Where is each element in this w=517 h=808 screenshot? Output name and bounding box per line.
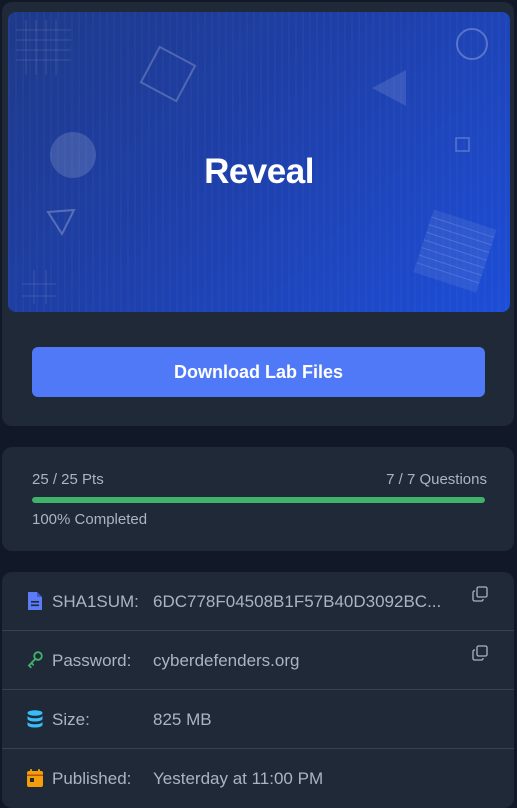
sha1-label: SHA1SUM: — [52, 592, 139, 611]
progress-bar-fill — [32, 497, 485, 503]
key-icon — [27, 651, 43, 669]
sha1-row: SHA1SUM: 6DC778F04508B1F57B40D3092BC... — [2, 572, 514, 631]
progress-bar — [32, 497, 485, 503]
lab-info-card: SHA1SUM: 6DC778F04508B1F57B40D3092BC... … — [2, 572, 514, 808]
file-icon — [28, 592, 42, 610]
calendar-icon — [27, 769, 43, 787]
published-value: Yesterday at 11:00 PM — [153, 769, 324, 788]
download-lab-files-button[interactable]: Download Lab Files — [32, 347, 485, 397]
database-icon — [27, 710, 43, 728]
corner-grid-decoration-icon — [22, 270, 56, 304]
lab-card: Reveal Download Lab Files — [2, 2, 514, 426]
sha1-value: 6DC778F04508B1F57B40D3092BC... — [153, 592, 442, 611]
size-value: 825 MB — [153, 710, 212, 729]
password-label: Password: — [52, 651, 132, 670]
points-text: 25 / 25 Pts — [32, 471, 104, 488]
questions-text: 7 / 7 Questions — [386, 471, 487, 488]
password-value: cyberdefenders.org — [153, 651, 300, 670]
lab-title: Reveal — [204, 152, 314, 191]
hatched-square-decoration-icon — [413, 209, 497, 293]
diamond-decoration-icon — [139, 45, 197, 103]
grid-decoration-icon — [16, 20, 71, 75]
small-triangle-decoration-icon — [46, 208, 76, 237]
published-row: Published: Yesterday at 11:00 PM — [2, 749, 514, 807]
completion-text: 100% Completed — [32, 511, 148, 528]
circle-decoration-icon — [456, 28, 488, 60]
progress-card: 25 / 25 Pts 7 / 7 Questions 100% Complet… — [2, 447, 514, 551]
size-row: Size: 825 MB — [2, 690, 514, 749]
size-label: Size: — [52, 710, 90, 729]
copy-sha1-icon[interactable] — [472, 586, 488, 602]
password-row: Password: cyberdefenders.org — [2, 631, 514, 690]
triangle-decoration-icon — [372, 70, 406, 106]
published-label: Published: — [52, 769, 132, 788]
copy-password-icon[interactable] — [472, 645, 488, 661]
lab-banner: Reveal — [8, 12, 510, 312]
